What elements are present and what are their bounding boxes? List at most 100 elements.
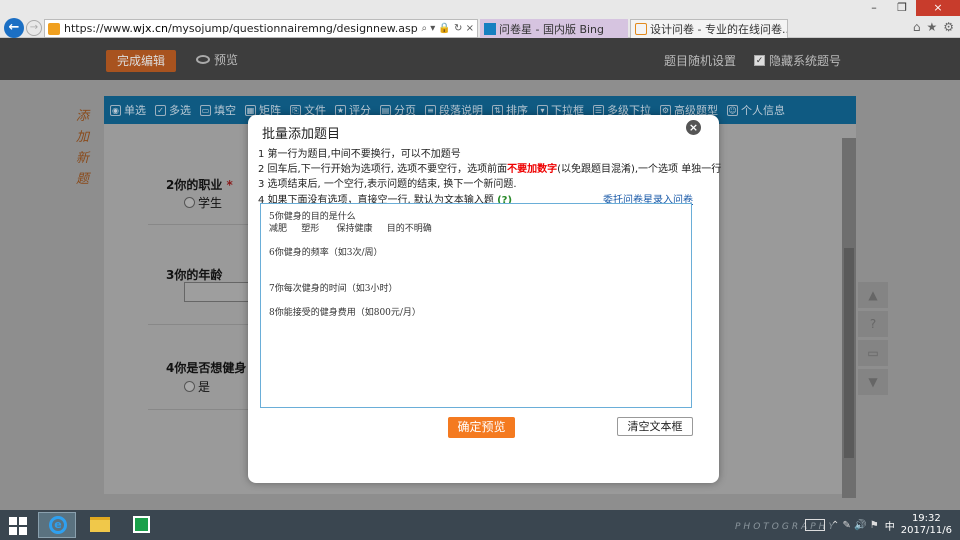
taskbar-store-button[interactable] (122, 512, 160, 538)
batch-add-dialog: 批量添加题目 × 1 第一行为题目,中间不要换行，可以不加题号 2 回车后,下一… (248, 115, 721, 483)
tab-bing[interactable]: 问卷星 - 国内版 Bing (480, 19, 628, 38)
bing-icon (484, 22, 496, 35)
question-text: 4你是否想健身 (166, 361, 247, 375)
instruction-text: (以免跟题目混淆),一个选项 单独一行 (557, 164, 722, 175)
dialog-close-icon[interactable]: × (686, 120, 701, 135)
tool-fill-blank[interactable]: ▭ 填空 (200, 102, 236, 118)
question-text: 2你的职业 (166, 178, 223, 192)
url-domain: wjx.cn (132, 22, 168, 35)
back-button[interactable]: ← (4, 18, 24, 38)
done-editing-button[interactable]: 完成编辑 (106, 50, 176, 72)
star-icon: ★ (335, 104, 346, 116)
taskbar-explorer-button[interactable] (80, 512, 118, 538)
tab-design-survey[interactable]: 设计问卷 - 专业的在线问卷... × (630, 19, 788, 38)
instruction-line-1: 1 第一行为题目,中间不要换行，可以不加题号 (258, 149, 461, 160)
confirm-preview-button[interactable]: 确定预览 (448, 417, 515, 438)
taskbar-ie-button[interactable]: e (38, 512, 76, 538)
taskbar-clock[interactable]: 19:32 2017/11/6 (901, 513, 952, 537)
tab-label: 问卷星 - 国内版 Bing (499, 22, 605, 36)
radio-icon[interactable] (184, 381, 195, 392)
instruction-line-2: 2 回车后,下一行开始为选项行, 选项不要空行，选项前面不要加数字(以免跟题目混… (258, 160, 721, 175)
question-title[interactable]: 2你的职业 * (166, 176, 233, 193)
question-option[interactable]: 是 (184, 378, 210, 395)
window-controls: – ❐ × (860, 0, 960, 16)
matrix-icon: ▦ (245, 104, 256, 116)
site-favicon-icon (48, 22, 60, 35)
home-icon[interactable]: ⌂ (913, 20, 921, 34)
ime-indicator[interactable]: 中 (885, 518, 895, 533)
eye-icon (196, 55, 210, 64)
windows-start-icon[interactable] (9, 517, 27, 535)
divider (148, 409, 252, 410)
address-bar[interactable]: https://www.wjx.cn/mysojump/questionnair… (44, 19, 478, 38)
radio-icon: ◉ (110, 104, 121, 116)
question-option[interactable]: 学生 (184, 194, 222, 211)
dialog-title: 批量添加题目 (262, 127, 341, 142)
paragraph-icon: ≡ (425, 104, 436, 116)
cascade-icon: ☰ (593, 104, 604, 116)
divider (148, 224, 252, 225)
minimize-button[interactable]: – (860, 0, 888, 16)
scroll-top-icon[interactable]: ▲ (858, 282, 888, 308)
url-prefix: https://www. (64, 22, 133, 35)
internet-explorer-icon: e (49, 516, 67, 534)
browser-toolbar: ← → https://www.wjx.cn/mysojump/question… (0, 0, 960, 38)
hide-number-toggle[interactable]: ✓ 隐藏系统题号 (754, 52, 841, 69)
dropdown-icon: ▾ (537, 104, 548, 116)
favorites-icon[interactable]: ★ (926, 20, 937, 34)
windows-taskbar: e PHOTOGRAPHY ⌃ ✎ 🔊 ⚑ 中 19:32 2017/11/6 (0, 510, 960, 540)
tool-personal-info[interactable]: ☺ 个人信息 (727, 102, 785, 118)
forward-button[interactable]: → (26, 20, 42, 36)
preview-label: 预览 (214, 53, 239, 67)
age-text-input[interactable] (184, 282, 254, 302)
divider (148, 324, 252, 325)
tool-label: 多选 (169, 104, 191, 117)
help-icon[interactable]: ? (858, 311, 888, 337)
address-tools-icon[interactable]: ⌕ ▾ 🔒 ↻ × (418, 23, 477, 34)
tool-label: 个人信息 (741, 104, 785, 117)
clock-date: 2017/11/6 (900, 525, 952, 536)
required-marker: * (226, 178, 233, 192)
instruction-line-3: 3 选项结束后, 一个空行,表示问题的结束, 换下一个新问题. (258, 179, 517, 190)
batch-questions-textarea[interactable]: 5你健身的目的是什么 减肥 塑形 保持健康 目的不明确 6你健身的频率（如3次/… (260, 203, 692, 408)
textbox-icon: ▭ (200, 104, 211, 116)
url-path: /mysojump/questionnairemng/designnew.asp… (168, 22, 418, 35)
instruction-text: 2 回车后,下一行开始为选项行, 选项不要空行，选项前面 (258, 164, 508, 175)
option-label: 学生 (198, 196, 223, 210)
random-settings-link[interactable]: 题目随机设置 (664, 52, 736, 69)
browser-right-icons: ⌂ ★ ⚙ (913, 20, 954, 34)
add-new-question-label: 添加新题 (76, 109, 90, 187)
scroll-bottom-icon[interactable]: ▼ (858, 369, 888, 395)
sort-icon: ⇅ (492, 104, 503, 116)
preview-link[interactable]: 预览 (196, 51, 238, 68)
clear-textbox-button[interactable]: 清空文本框 (617, 417, 693, 436)
question-title[interactable]: 4你是否想健身 * (166, 359, 257, 376)
tool-single-choice[interactable]: ◉ 单选 (110, 102, 146, 118)
wjx-icon (635, 23, 647, 35)
hide-number-checkbox[interactable]: ✓ (754, 55, 765, 66)
scrollbar-thumb[interactable] (844, 248, 854, 458)
tray-icons[interactable]: ⌃ ✎ 🔊 ⚑ (831, 520, 879, 531)
side-tools: ▲ ? ▭ ▼ (858, 282, 888, 395)
address-url[interactable]: https://www.wjx.cn/mysojump/questionnair… (64, 22, 418, 35)
feedback-icon[interactable]: ▭ (858, 340, 888, 366)
page-scrollbar[interactable] (842, 138, 856, 498)
tool-label: 填空 (214, 104, 236, 117)
instruction-warning: 不要加数字 (507, 164, 558, 175)
tab-label: 设计问卷 - 专业的在线问卷... (650, 23, 788, 36)
page-icon: ▤ (380, 104, 391, 116)
folder-icon (90, 517, 110, 532)
radio-icon[interactable] (184, 197, 195, 208)
store-icon (133, 516, 150, 533)
keyboard-icon[interactable] (805, 519, 825, 531)
maximize-button[interactable]: ❐ (888, 0, 916, 16)
question-title[interactable]: 3你的年龄 (166, 266, 222, 283)
window-close-button[interactable]: × (916, 0, 960, 16)
tool-multi-choice[interactable]: ✓ 多选 (155, 102, 191, 118)
person-icon: ☺ (727, 104, 738, 116)
tool-label: 单选 (124, 104, 146, 117)
question-text: 3你的年龄 (166, 268, 223, 282)
settings-gear-icon[interactable]: ⚙ (943, 20, 954, 34)
checkbox-icon: ✓ (155, 104, 166, 116)
editor-topbar: 完成编辑 预览 题目随机设置 ✓ 隐藏系统题号 (0, 38, 960, 80)
